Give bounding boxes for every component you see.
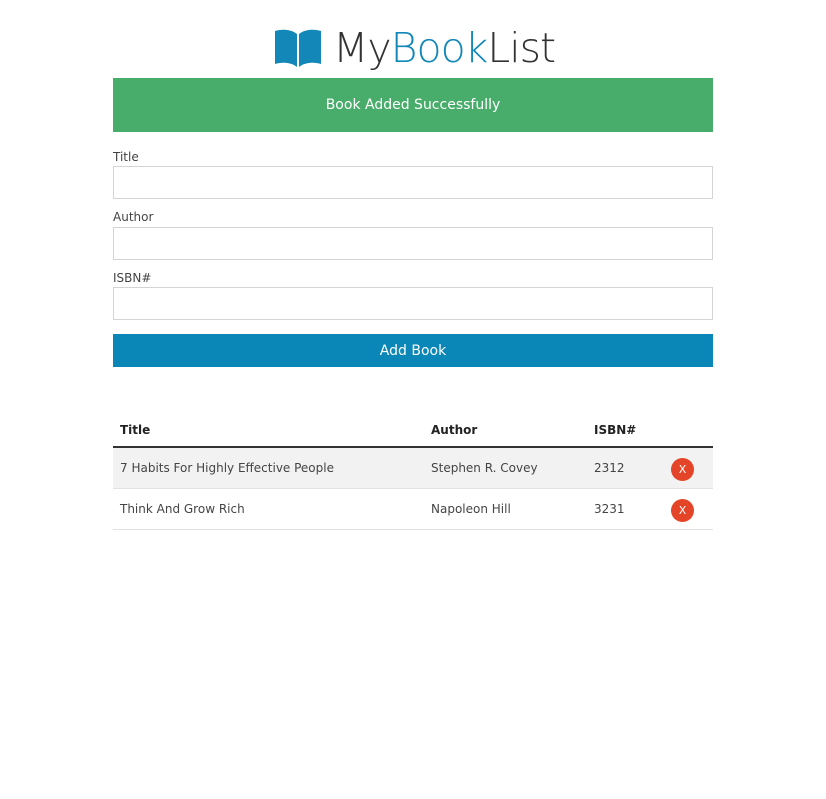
- brand-name-my: My: [333, 24, 392, 72]
- brand-logo: MyBookList: [273, 22, 556, 74]
- delete-button[interactable]: X: [671, 458, 694, 481]
- delete-button[interactable]: X: [671, 499, 694, 522]
- add-book-button[interactable]: Add Book: [113, 334, 713, 367]
- author-label: Author: [113, 210, 154, 224]
- book-author-cell: Stephen R. Covey: [424, 447, 587, 489]
- author-input[interactable]: [113, 227, 713, 260]
- book-list-table: Title Author ISBN# 7 Habits For Highly E…: [113, 414, 713, 530]
- table-body: 7 Habits For Highly Effective People Ste…: [113, 447, 713, 530]
- book-title-cell: 7 Habits For Highly Effective People: [113, 447, 424, 489]
- success-alert: Book Added Successfully: [113, 78, 713, 132]
- book-isbn-cell: 3231: [587, 488, 660, 530]
- table-header: Title Author ISBN#: [113, 414, 713, 448]
- book-author-cell: Napoleon Hill: [424, 488, 587, 530]
- brand-name-list: List: [487, 24, 556, 72]
- title-input[interactable]: [113, 166, 713, 199]
- table-row: 7 Habits For Highly Effective People Ste…: [113, 447, 713, 489]
- page: MyBookList Book Added Successfully Title…: [0, 0, 826, 799]
- table-row: Think And Grow Rich Napoleon Hill 3231 X: [113, 488, 713, 530]
- isbn-input[interactable]: [113, 287, 713, 320]
- table-header-row: Title Author ISBN#: [113, 414, 713, 448]
- column-header-actions: [660, 414, 713, 448]
- brand-name: MyBookList: [333, 22, 556, 74]
- column-header-title: Title: [113, 414, 424, 448]
- book-actions-cell: X: [660, 488, 713, 530]
- column-header-author: Author: [424, 414, 587, 448]
- column-header-isbn: ISBN#: [587, 414, 660, 448]
- book-actions-cell: X: [660, 447, 713, 489]
- book-isbn-cell: 2312: [587, 447, 660, 489]
- open-book-icon: [273, 28, 323, 68]
- title-label: Title: [113, 150, 139, 164]
- book-title-cell: Think And Grow Rich: [113, 488, 424, 530]
- isbn-label: ISBN#: [113, 271, 152, 285]
- brand-name-book: Book: [390, 24, 489, 72]
